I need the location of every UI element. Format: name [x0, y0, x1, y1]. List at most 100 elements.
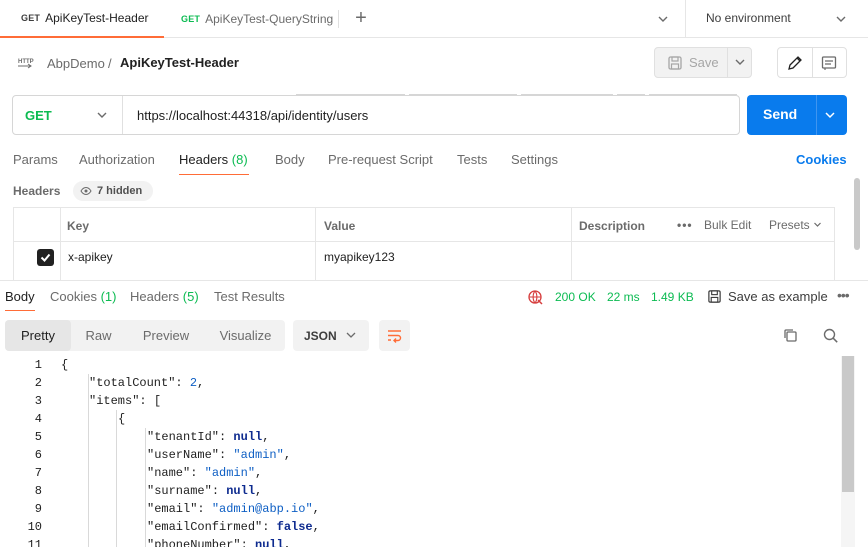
breadcrumb: HTTP AbpDemo / ApiKeyTest-Header Save — [0, 39, 868, 87]
url-input[interactable]: https://localhost:44318/api/identity/use… — [137, 108, 368, 123]
tab-label: ApiKeyTest-Header — [45, 11, 149, 25]
code-text: "userName": "admin", — [147, 448, 292, 462]
tab-apikeytest-querystring[interactable]: GET ApiKeyTest-QueryString — [164, 0, 338, 38]
code-line: 3 "items": [ — [0, 392, 840, 410]
wrap-icon — [388, 330, 402, 343]
code-text: "items": [ — [89, 394, 162, 408]
code-text: { — [118, 412, 126, 426]
line-number: 7 — [34, 466, 42, 480]
tab-label: ApiKeyTest-QueryString — [205, 12, 334, 26]
tab-label: Headers — [130, 289, 180, 304]
save-label: Save — [689, 55, 719, 70]
column-header-value: Value — [324, 219, 356, 233]
tab-headers[interactable]: Headers (8) — [179, 152, 248, 167]
tab-params[interactable]: Params — [13, 152, 58, 167]
method-select[interactable]: GET — [13, 96, 123, 134]
chevron-down-icon[interactable] — [833, 11, 849, 27]
response-tab-headers[interactable]: Headers (5) — [130, 289, 199, 304]
code-line: 4{ — [0, 410, 840, 428]
tab-separator — [338, 10, 339, 28]
cookies-link[interactable]: Cookies — [796, 152, 847, 167]
presets-button[interactable]: Presets — [769, 218, 822, 232]
editor-actions — [777, 47, 847, 78]
tab-pre-request-script[interactable]: Pre-request Script — [328, 152, 433, 167]
tab-label: Headers — [179, 152, 229, 167]
send-label: Send — [763, 106, 798, 122]
view-mode-group: Pretty Raw Preview Visualize — [5, 320, 285, 351]
column-header-description: Description — [579, 219, 646, 233]
chevron-down-icon[interactable] — [655, 11, 671, 27]
chevron-down-icon[interactable] — [733, 55, 747, 69]
globe-icon[interactable] — [527, 289, 543, 305]
divider — [816, 95, 817, 135]
tab-method: GET — [21, 13, 41, 23]
response-tab-body[interactable]: Body — [5, 289, 35, 304]
scrollbar-thumb[interactable] — [842, 356, 854, 492]
view-preview[interactable]: Preview — [126, 320, 206, 351]
tab-tests[interactable]: Tests — [457, 152, 487, 167]
divider — [14, 241, 834, 242]
response-size[interactable]: 1.49 KB — [651, 290, 694, 304]
line-number: 10 — [27, 520, 42, 534]
line-number: 11 — [27, 538, 42, 547]
tab-count: (1) — [100, 289, 117, 304]
code-line: 2 "totalCount": 2, — [0, 374, 840, 392]
code-line: 6 "userName": "admin", — [0, 446, 840, 464]
response-time[interactable]: 22 ms — [607, 290, 640, 304]
save-as-example-button[interactable]: Save as example — [728, 289, 828, 304]
save-icon — [668, 56, 682, 70]
bulk-edit-button[interactable]: Bulk Edit — [704, 218, 751, 232]
tab-settings[interactable]: Settings — [511, 152, 558, 167]
response-tab-cookies[interactable]: Cookies (1) — [50, 289, 116, 304]
hidden-headers-toggle[interactable]: 7 hidden — [73, 181, 153, 201]
code-text: "surname": null, — [147, 484, 263, 498]
view-pretty[interactable]: Pretty — [5, 320, 71, 351]
edit-icon[interactable] — [786, 54, 804, 72]
header-value-cell[interactable]: myapikey123 — [324, 250, 395, 264]
code-text: "phoneNumber": null, — [147, 538, 292, 547]
scrollbar[interactable] — [841, 356, 855, 547]
checkbox-icon[interactable] — [37, 249, 54, 266]
divider — [812, 48, 813, 77]
format-select[interactable]: JSON — [293, 320, 369, 351]
send-button[interactable]: Send — [747, 95, 847, 135]
scrollbar[interactable] — [854, 178, 860, 250]
search-icon[interactable] — [822, 327, 839, 344]
code-line: 5 "tenantId": null, — [0, 428, 840, 446]
response-tab-test-results[interactable]: Test Results — [214, 289, 285, 304]
view-raw[interactable]: Raw — [71, 320, 126, 351]
environment-selector[interactable]: No environment — [706, 11, 791, 25]
tab-authorization[interactable]: Authorization — [79, 152, 155, 167]
response-body-viewer[interactable]: 1{2 "totalCount": 2, 3 "items": [4{5 "tenant… — [0, 356, 852, 547]
more-icon[interactable]: ••• — [677, 218, 693, 232]
save-button[interactable]: Save — [654, 47, 752, 78]
line-number: 9 — [34, 502, 42, 516]
wrap-lines-button[interactable] — [379, 320, 410, 351]
format-label: JSON — [304, 329, 337, 343]
request-url-bar: GET https://localhost:44318/api/identity… — [12, 95, 740, 135]
more-icon[interactable]: ••• — [837, 287, 850, 303]
line-number: 3 — [34, 394, 42, 408]
eye-icon — [80, 186, 92, 196]
divider — [315, 208, 316, 281]
code-line: 11 "phoneNumber": null, — [0, 536, 840, 547]
header-key-cell[interactable]: x-apikey — [68, 250, 113, 264]
svg-text:HTTP: HTTP — [18, 59, 34, 65]
documentation-icon[interactable] — [820, 54, 838, 72]
chevron-down-icon[interactable] — [823, 108, 837, 122]
http-icon: HTTP — [18, 59, 34, 69]
code-line: 7 "name": "admin", — [0, 464, 840, 482]
hidden-count-label: 7 hidden — [97, 185, 143, 197]
chevron-down-icon — [97, 112, 107, 118]
divider — [685, 0, 686, 38]
page-title[interactable]: ApiKeyTest-Header — [120, 55, 239, 70]
copy-icon[interactable] — [782, 327, 799, 344]
breadcrumb-parent[interactable]: AbpDemo — [47, 56, 105, 71]
code-text: "name": "admin", — [147, 466, 263, 480]
headers-table: Key Value Description ••• Bulk Edit Pres… — [13, 207, 835, 281]
response-status[interactable]: 200 OK — [555, 290, 596, 304]
tab-apikeytest-header[interactable]: GET ApiKeyTest-Header — [0, 0, 164, 38]
tab-body[interactable]: Body — [275, 152, 305, 167]
view-visualize[interactable]: Visualize — [206, 320, 285, 351]
plus-icon[interactable]: + — [352, 8, 370, 28]
